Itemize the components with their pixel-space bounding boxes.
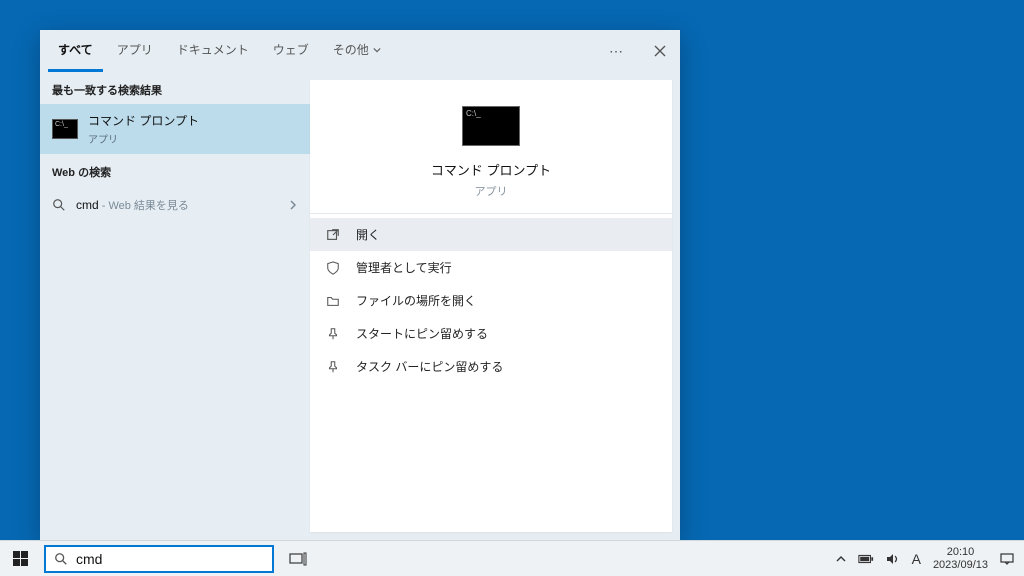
start-button[interactable]	[0, 541, 40, 576]
best-match-title: コマンド プロンプト	[88, 112, 199, 129]
clock-time: 20:10	[933, 546, 988, 559]
action-open-label: 開く	[356, 226, 380, 243]
action-pin-to-start[interactable]: スタートにピン留めする	[310, 317, 672, 350]
tab-other[interactable]: その他	[323, 30, 391, 72]
action-list: 開く 管理者として実行 ファイルの場所を開く	[310, 214, 672, 387]
search-tabs: すべて アプリ ドキュメント ウェブ その他	[48, 30, 391, 72]
preview-column: C:\_ コマンド プロンプト アプリ 開く 管理者として実行	[310, 80, 672, 532]
taskbar-search-input[interactable]	[76, 551, 264, 567]
taskbar-clock[interactable]: 20:10 2023/09/13	[933, 546, 988, 571]
best-match-item[interactable]: C:\_ コマンド プロンプト アプリ	[40, 104, 310, 154]
action-open-location-label: ファイルの場所を開く	[356, 292, 476, 309]
section-web-label: Web の検索	[40, 154, 310, 186]
battery-icon[interactable]	[858, 554, 874, 564]
action-run-admin-label: 管理者として実行	[356, 259, 452, 276]
section-best-match-label: 最も一致する検索結果	[40, 72, 310, 104]
pin-icon	[326, 327, 344, 341]
action-open[interactable]: 開く	[310, 218, 672, 251]
open-icon	[326, 228, 344, 242]
action-open-file-location[interactable]: ファイルの場所を開く	[310, 284, 672, 317]
action-pin-to-taskbar[interactable]: タスク バーにピン留めする	[310, 350, 672, 383]
action-pin-start-label: スタートにピン留めする	[356, 325, 488, 342]
windows-logo-icon	[13, 551, 28, 566]
web-aux-text: - Web 結果を見る	[99, 200, 189, 212]
cmd-icon: C:\_	[52, 119, 78, 139]
search-icon	[54, 552, 68, 566]
search-icon	[52, 198, 66, 212]
shield-icon	[326, 261, 344, 275]
preview-title: コマンド プロンプト	[431, 160, 551, 179]
taskbar-search-box[interactable]	[44, 545, 274, 573]
preview-header: C:\_ コマンド プロンプト アプリ	[310, 80, 672, 214]
tab-apps[interactable]: アプリ	[107, 30, 163, 72]
results-column: 最も一致する検索結果 C:\_ コマンド プロンプト アプリ Web の検索 c…	[40, 72, 310, 540]
more-button[interactable]: ⋯	[604, 39, 628, 63]
taskbar: A 20:10 2023/09/13	[0, 540, 1024, 576]
action-run-as-admin[interactable]: 管理者として実行	[310, 251, 672, 284]
action-center-icon[interactable]	[1000, 553, 1014, 565]
cmd-icon-large: C:\_	[462, 106, 520, 146]
task-view-button[interactable]	[280, 541, 316, 576]
action-pin-taskbar-label: タスク バーにピン留めする	[356, 358, 503, 375]
tab-web[interactable]: ウェブ	[263, 30, 319, 72]
close-button[interactable]	[648, 39, 672, 63]
clock-date: 2023/09/13	[933, 559, 988, 572]
best-match-text: コマンド プロンプト アプリ	[88, 112, 199, 146]
folder-icon	[326, 294, 344, 308]
web-result-item[interactable]: cmd - Web 結果を見る	[40, 186, 310, 224]
best-match-subtitle: アプリ	[88, 131, 199, 146]
web-result-left: cmd - Web 結果を見る	[52, 196, 189, 214]
chevron-right-icon	[288, 200, 298, 210]
pin-icon	[326, 360, 344, 374]
chevron-down-icon	[373, 46, 381, 54]
header-right: ⋯	[604, 30, 672, 72]
web-query-text: cmd	[76, 198, 99, 212]
preview-subtitle: アプリ	[475, 183, 508, 199]
ime-indicator[interactable]: A	[912, 551, 921, 567]
tab-documents[interactable]: ドキュメント	[167, 30, 259, 72]
volume-icon[interactable]	[886, 553, 900, 565]
search-panel-body: 最も一致する検索結果 C:\_ コマンド プロンプト アプリ Web の検索 c…	[40, 72, 680, 540]
system-tray: A 20:10 2023/09/13	[830, 546, 1024, 571]
tab-all[interactable]: すべて	[48, 30, 103, 72]
tray-chevron-up-icon[interactable]	[836, 554, 846, 564]
search-panel: すべて アプリ ドキュメント ウェブ その他 ⋯ 最も一致する検索結果 C:\_	[40, 30, 680, 540]
search-panel-header: すべて アプリ ドキュメント ウェブ その他 ⋯	[40, 30, 680, 72]
tab-other-label: その他	[333, 41, 369, 58]
